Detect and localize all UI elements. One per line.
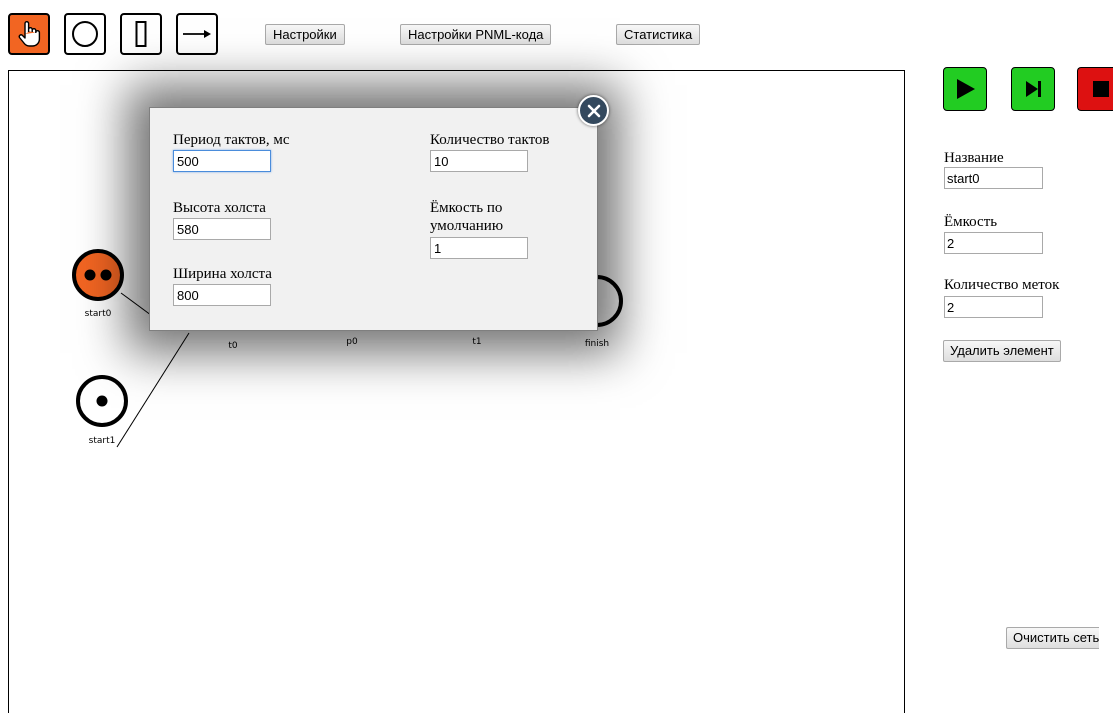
element-name-label: Название (944, 150, 1004, 166)
element-tokens-label: Количество меток (944, 277, 1060, 293)
ticks-count-input[interactable] (430, 150, 528, 172)
hand-pointer-icon (18, 21, 41, 47)
settings-dialog: Период тактов, мс Высота холста Ширина х… (149, 107, 598, 331)
arc-start1-t0[interactable] (116, 332, 190, 448)
default-capacity-label-line2: умолчанию (430, 218, 504, 234)
element-tokens-input[interactable] (944, 296, 1043, 318)
place-label-finish: finish (585, 339, 609, 349)
transition-tool-button[interactable] (120, 13, 162, 55)
play-button[interactable] (943, 67, 987, 111)
circle-icon (72, 21, 98, 47)
play-icon (957, 79, 975, 99)
canvas-width-input[interactable] (173, 284, 271, 306)
step-forward-icon (1026, 81, 1041, 97)
period-input[interactable] (173, 150, 271, 172)
close-icon (587, 104, 600, 117)
delete-element-button[interactable]: Удалить элемент (943, 340, 1061, 362)
arc-tool-button[interactable] (176, 13, 218, 55)
default-capacity-label-line1: Ёмкость по (430, 200, 503, 216)
period-label: Период тактов, мс (173, 132, 290, 148)
pointer-tool-button[interactable] (8, 13, 50, 55)
default-capacity-input[interactable] (430, 237, 528, 259)
step-button[interactable] (1011, 67, 1055, 111)
petri-net-editor: Настройки Настройки PNML-кода Статистика… (0, 0, 1113, 713)
stop-icon (1092, 81, 1109, 97)
element-name-input[interactable] (944, 167, 1043, 189)
place-label-start1: start1 (89, 436, 116, 446)
place-tool-button[interactable] (64, 13, 106, 55)
transition-label-t1: t1 (472, 337, 481, 347)
rectangle-icon (135, 21, 147, 47)
pnml-settings-button[interactable]: Настройки PNML-кода (400, 24, 552, 45)
place-start1[interactable] (76, 375, 128, 427)
element-capacity-input[interactable] (944, 232, 1043, 254)
canvas-height-input[interactable] (173, 218, 271, 240)
canvas-height-label: Высота холста (173, 200, 266, 216)
place-label-start0: start0 (85, 309, 112, 319)
clear-net-button[interactable]: Очистить сеть (1006, 627, 1100, 649)
transition-label-t0: t0 (228, 341, 238, 351)
place-label-p0: p0 (346, 337, 358, 347)
settings-button[interactable]: Настройки (265, 24, 345, 45)
close-dialog-button[interactable] (578, 95, 609, 126)
canvas-width-label: Ширина холста (173, 266, 272, 282)
place-start0[interactable] (72, 249, 124, 301)
stop-button[interactable] (1077, 67, 1113, 111)
statistics-button[interactable]: Статистика (616, 24, 701, 45)
element-capacity-label: Ёмкость (944, 214, 998, 230)
arrow-right-icon (183, 30, 211, 38)
ticks-count-label: Количество тактов (430, 132, 550, 148)
